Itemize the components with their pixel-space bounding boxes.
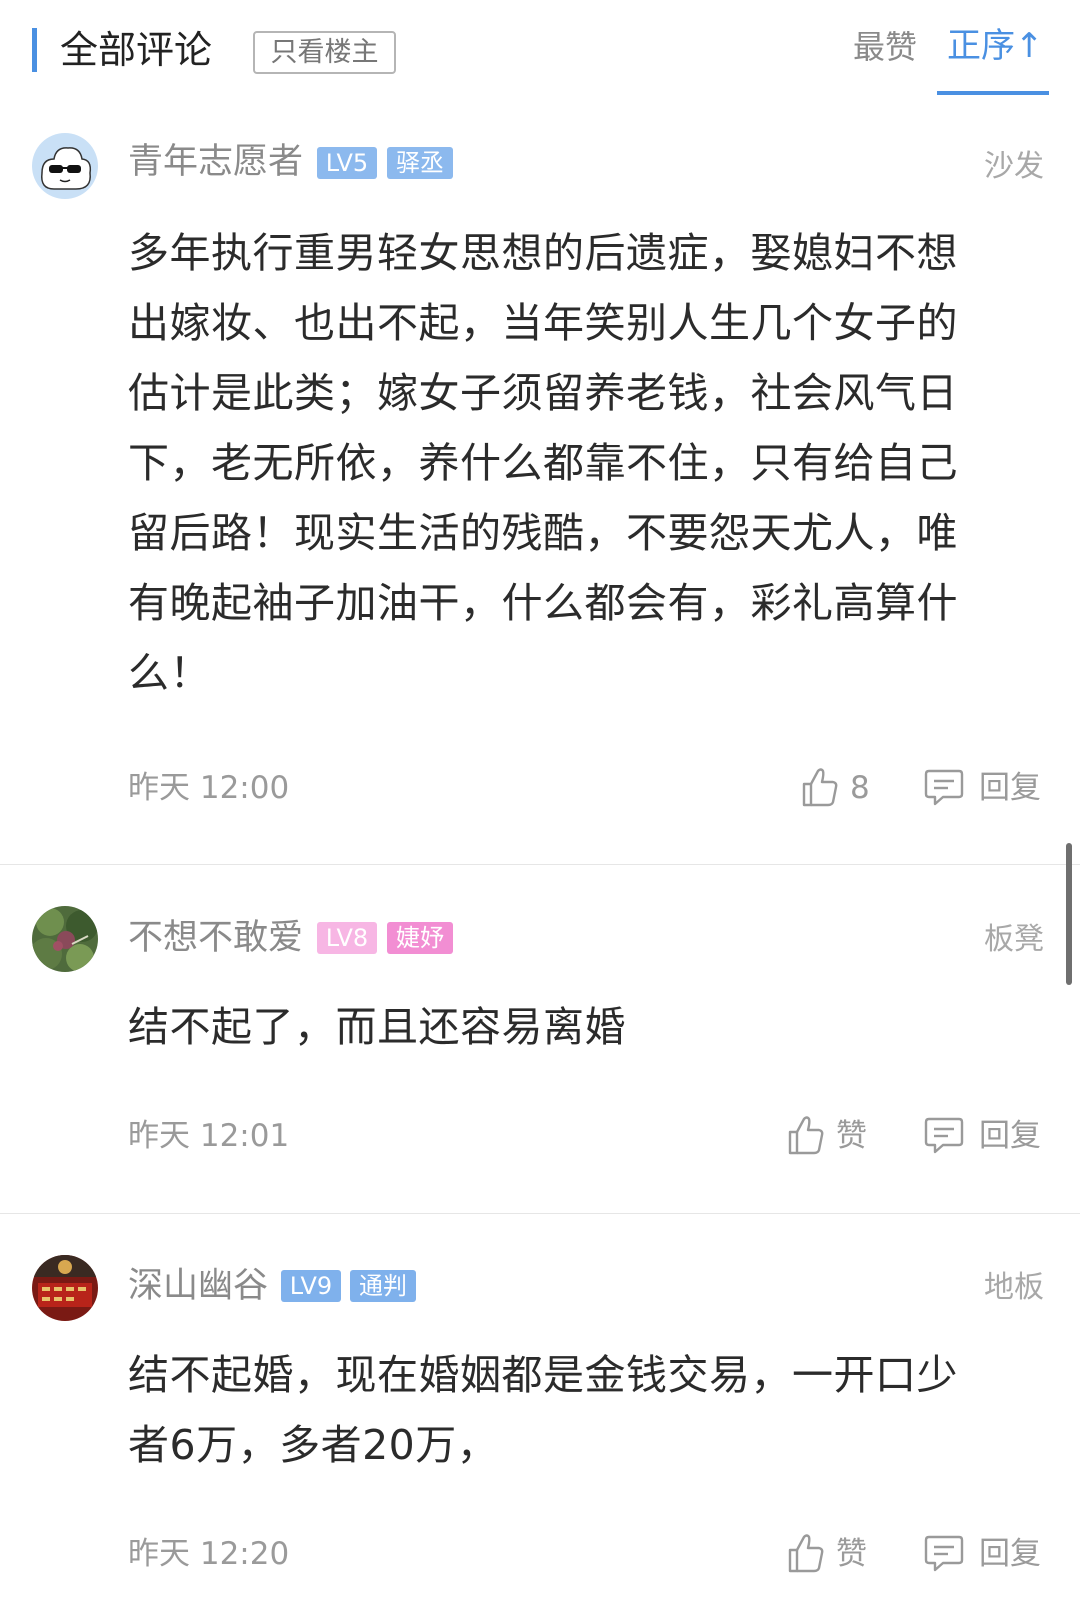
title-badge: 驿丞 — [387, 147, 453, 179]
comment-divider — [0, 1213, 1080, 1214]
comments-page: 全部评论 只看楼主 最赞 正序↑ 青年志愿者 LV5 驿丞 沙发 多年执行重男轻… — [0, 0, 1080, 1624]
active-tab-underline — [937, 91, 1049, 95]
comment-divider — [0, 864, 1080, 865]
like-count: 8 — [850, 770, 870, 806]
floor-label: 板凳 — [984, 922, 1044, 957]
comment-time: 昨天 12:00 — [128, 770, 290, 806]
reply-label: 回复 — [979, 1118, 1041, 1154]
page-title: 全部评论 — [60, 28, 213, 72]
red-emblem-avatar-icon — [32, 1255, 98, 1321]
comment-bubble-icon — [924, 769, 964, 806]
avatar[interactable] — [32, 906, 98, 972]
username[interactable]: 不想不敢爱 — [128, 914, 303, 962]
title-badge: 婕妤 — [387, 922, 453, 954]
username[interactable]: 深山幽谷 — [128, 1262, 268, 1310]
comment-time: 昨天 12:20 — [128, 1536, 290, 1572]
thumbs-up-icon — [802, 768, 838, 807]
sort-ascending-tab[interactable]: 正序↑ — [947, 22, 1044, 70]
comment-bubble-icon — [924, 1535, 964, 1572]
title-badge: 通判 — [350, 1270, 416, 1302]
like-label: 赞 — [836, 1118, 867, 1154]
avatar[interactable] — [32, 1255, 98, 1321]
avatar[interactable] — [32, 133, 98, 199]
reply-label: 回复 — [979, 770, 1041, 806]
comment-text: 结不起婚，现在婚姻都是金钱交易，一开口少者6万，多者20万， — [128, 1351, 958, 1469]
comment-text: 多年执行重男轻女思想的后遗症，娶媳妇不想出嫁妆、也出不起，当年笑别人生几个女子的… — [128, 229, 958, 697]
like-button[interactable]: 赞 — [786, 1531, 900, 1577]
floor-label: 地板 — [984, 1270, 1044, 1305]
thumbs-up-icon — [788, 1116, 824, 1155]
comment-text: 结不起了，而且还容易离婚 — [128, 1003, 626, 1051]
header-accent-bar — [32, 28, 37, 72]
reply-label: 回复 — [979, 1536, 1041, 1572]
comment-bubble-icon — [924, 1117, 964, 1154]
level-badge: LV5 — [317, 147, 377, 179]
reply-button[interactable]: 回复 — [923, 765, 1047, 811]
comment-time: 昨天 12:01 — [128, 1118, 290, 1154]
sort-most-liked-tab[interactable]: 最赞 — [853, 24, 917, 70]
scrollbar-thumb[interactable] — [1066, 843, 1072, 985]
reply-button[interactable]: 回复 — [923, 1531, 1047, 1577]
thumbs-up-icon — [788, 1534, 824, 1573]
level-badge: LV9 — [281, 1270, 341, 1302]
username[interactable]: 青年志愿者 — [128, 138, 303, 186]
floor-label: 沙发 — [984, 149, 1044, 184]
comments-header: 全部评论 只看楼主 最赞 正序↑ — [0, 0, 1080, 100]
plant-photo-avatar-icon — [32, 906, 98, 972]
cloud-sunglasses-avatar-icon — [32, 133, 98, 199]
like-button[interactable]: 赞 — [786, 1113, 900, 1159]
like-button[interactable]: 8 — [800, 765, 900, 811]
reply-button[interactable]: 回复 — [923, 1113, 1047, 1159]
like-label: 赞 — [836, 1536, 867, 1572]
only-author-button[interactable]: 只看楼主 — [253, 31, 396, 74]
level-badge: LV8 — [317, 922, 377, 954]
